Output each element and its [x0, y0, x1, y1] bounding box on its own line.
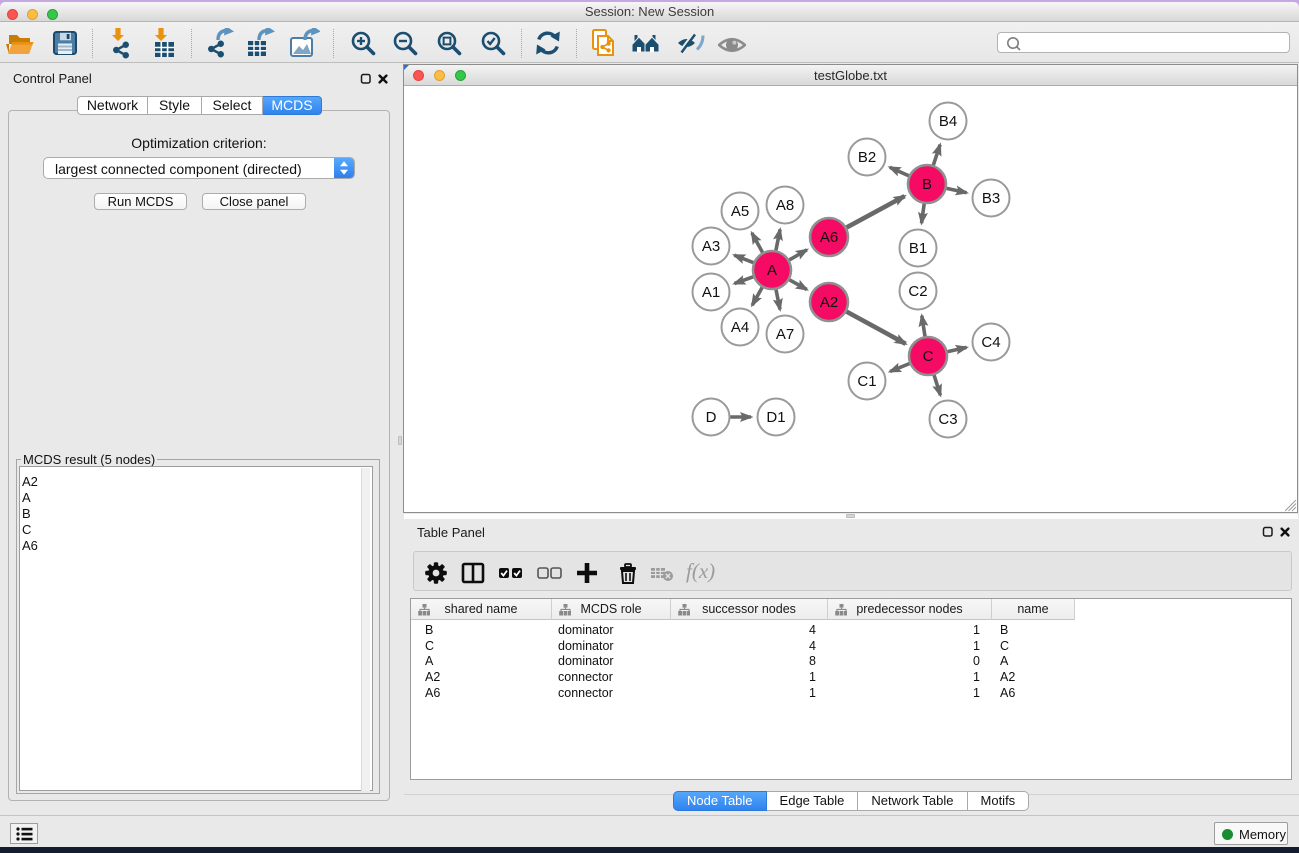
svg-text:C2: C2	[908, 283, 927, 300]
svg-text:A6: A6	[820, 229, 838, 246]
svg-text:A3: A3	[702, 238, 720, 255]
svg-text:B1: B1	[909, 240, 927, 257]
svg-text:C4: C4	[981, 334, 1000, 351]
svg-text:B2: B2	[858, 149, 876, 166]
svg-text:D: D	[706, 409, 717, 426]
svg-text:A8: A8	[776, 197, 794, 214]
svg-text:C1: C1	[857, 373, 876, 390]
svg-text:C3: C3	[938, 411, 957, 428]
svg-text:B3: B3	[982, 190, 1000, 207]
svg-text:A1: A1	[702, 284, 720, 301]
svg-text:B: B	[922, 176, 932, 193]
svg-text:A7: A7	[776, 326, 794, 343]
svg-text:A: A	[767, 262, 777, 279]
svg-text:D1: D1	[766, 409, 785, 426]
svg-text:C: C	[923, 348, 934, 365]
svg-text:A2: A2	[820, 294, 838, 311]
svg-text:B4: B4	[939, 113, 957, 130]
svg-text:A5: A5	[731, 203, 749, 220]
svg-text:A4: A4	[731, 319, 749, 336]
